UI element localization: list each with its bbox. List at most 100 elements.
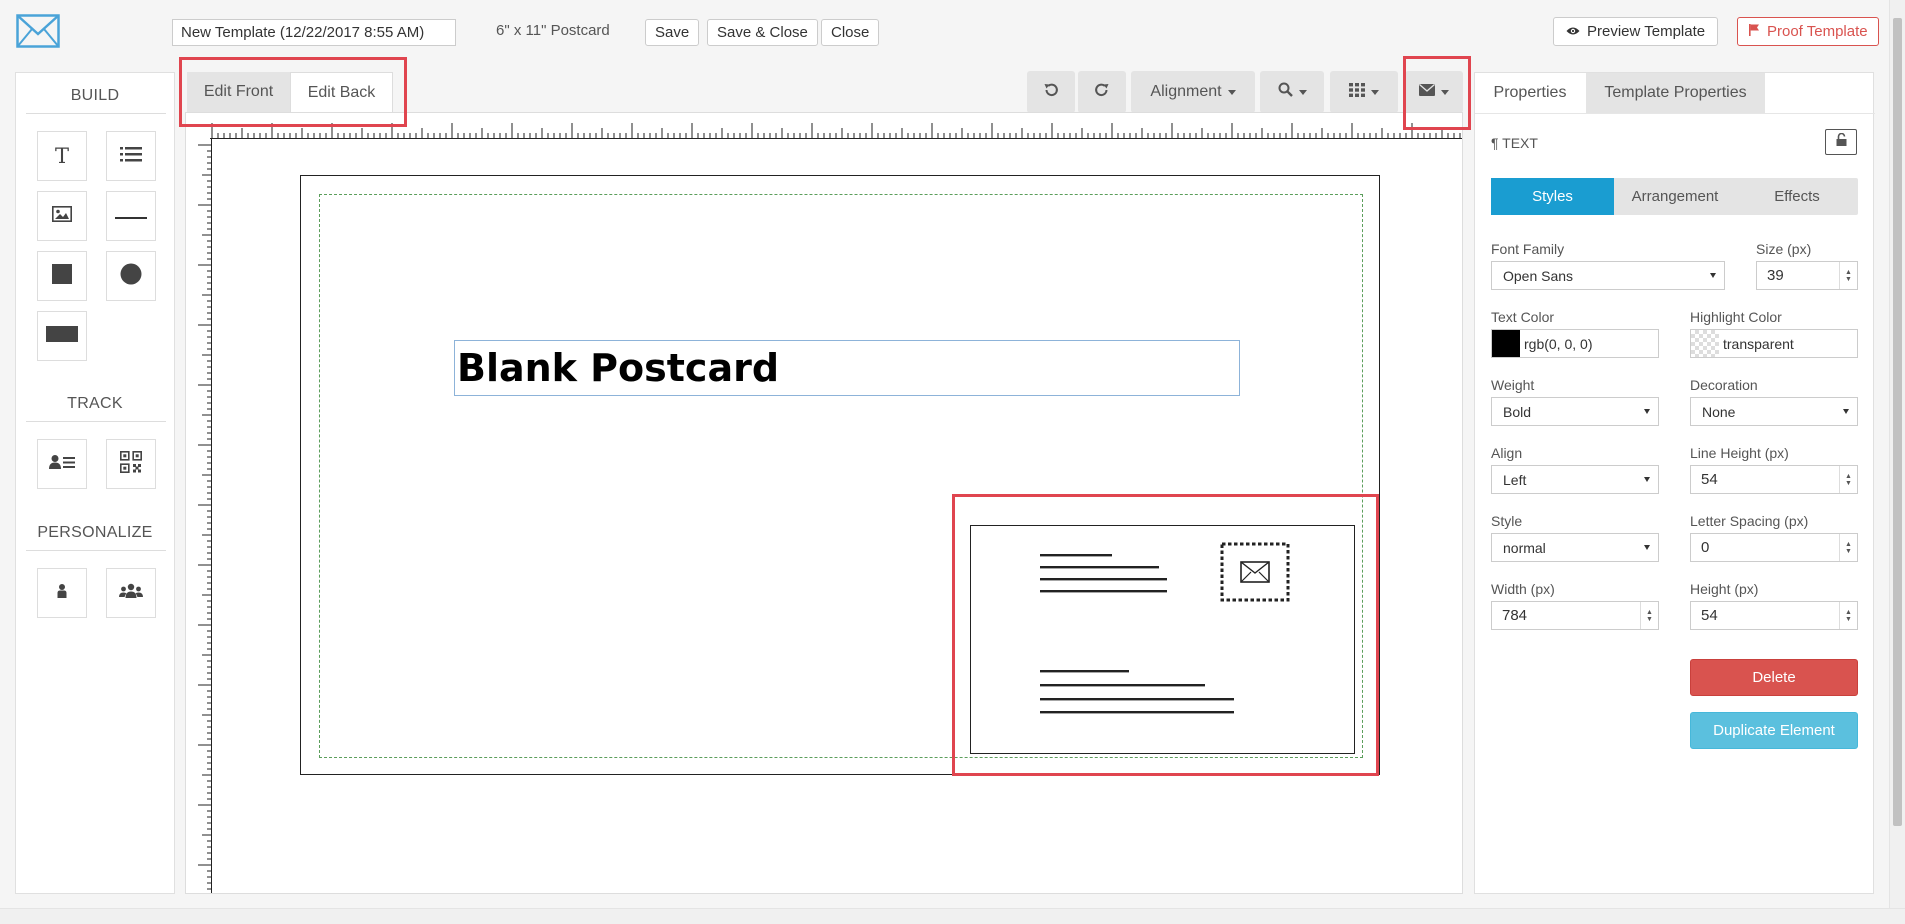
highlight-color-picker[interactable]: transparent <box>1690 329 1858 358</box>
weight-label: Weight <box>1491 377 1535 393</box>
style-value: normal <box>1503 539 1546 556</box>
align-value: Left <box>1503 471 1527 488</box>
preview-template-button[interactable]: Preview Template <box>1553 17 1719 46</box>
template-name-input[interactable] <box>172 19 456 46</box>
weight-value: Bold <box>1503 403 1532 420</box>
divider <box>26 550 166 551</box>
duplicate-element-button[interactable]: Duplicate Element <box>1690 712 1858 749</box>
save-and-close-button[interactable]: Save & Close <box>707 19 818 46</box>
image-icon <box>52 205 72 227</box>
alignment-label: Alignment <box>1150 83 1222 100</box>
add-line-tool[interactable] <box>106 191 156 241</box>
divider <box>26 113 166 114</box>
scrollbar-thumb[interactable] <box>1893 18 1902 826</box>
text-color-picker[interactable]: rgb(0, 0, 0) <box>1491 329 1659 358</box>
text-color-swatch[interactable] <box>1492 330 1520 357</box>
letter-spacing-value: 0 <box>1701 539 1710 556</box>
weight-select[interactable]: Bold <box>1491 397 1659 426</box>
zoom-dropdown[interactable] <box>1260 71 1324 113</box>
style-select[interactable]: normal <box>1491 533 1659 562</box>
square-icon <box>52 263 72 289</box>
tab-edit-back[interactable]: Edit Back <box>290 72 393 112</box>
subtab-arrangement[interactable]: Arrangement <box>1614 178 1736 215</box>
spinner-arrows-icon[interactable]: ▲ ▼ <box>1839 534 1857 561</box>
alignment-dropdown[interactable]: Alignment <box>1131 71 1255 113</box>
decoration-label: Decoration <box>1690 377 1758 393</box>
unlock-icon <box>1836 132 1847 151</box>
flag-icon <box>1748 23 1760 40</box>
line-height-value: 54 <box>1701 471 1718 488</box>
font-size-value: 39 <box>1767 267 1784 284</box>
font-size-input[interactable]: 39 ▲ ▼ <box>1756 261 1858 290</box>
subtab-effects[interactable]: Effects <box>1736 178 1858 215</box>
close-button[interactable]: Close <box>821 19 880 46</box>
proof-template-button[interactable]: Proof Template <box>1737 17 1879 46</box>
eye-icon <box>1566 23 1580 40</box>
highlight-color-label: Highlight Color <box>1690 309 1782 325</box>
element-type-label: ¶ TEXT <box>1491 135 1538 151</box>
tab-template-properties[interactable]: Template Properties <box>1586 73 1765 113</box>
chevron-down-icon <box>1298 89 1307 95</box>
spinner-arrows-icon[interactable]: ▲ ▼ <box>1839 262 1857 289</box>
contact-card-icon <box>49 454 75 475</box>
text-tool-icon: T <box>54 144 69 168</box>
postcard-canvas[interactable]: Blank Postcard <box>300 175 1380 775</box>
highlight-color-swatch[interactable] <box>1691 330 1719 357</box>
tab-properties[interactable]: Properties <box>1475 73 1585 113</box>
add-text-tool[interactable]: T <box>37 131 87 181</box>
rectangle-icon <box>46 325 78 347</box>
font-family-select[interactable]: Open Sans <box>1491 261 1725 290</box>
build-heading: BUILD <box>70 87 120 104</box>
list-icon <box>120 146 142 167</box>
add-square-tool[interactable] <box>37 251 87 301</box>
preview-template-label: Preview Template <box>1587 23 1706 40</box>
add-rectangle-tool[interactable] <box>37 311 87 361</box>
chevron-down-icon <box>1644 477 1650 482</box>
undo-button[interactable] <box>1027 71 1075 113</box>
track-heading: TRACK <box>67 395 123 412</box>
redo-button[interactable] <box>1078 71 1126 113</box>
add-group-personalization-tool[interactable] <box>106 568 156 618</box>
address-block-element[interactable] <box>970 525 1355 754</box>
line-icon <box>115 207 147 225</box>
chevron-down-icon <box>1441 89 1449 95</box>
circle-icon <box>120 263 142 290</box>
save-button[interactable]: Save <box>645 19 700 46</box>
width-input[interactable]: 784 ▲ ▼ <box>1491 601 1659 630</box>
add-qr-code-tool[interactable] <box>106 439 156 489</box>
users-group-icon <box>119 583 143 604</box>
tab-edit-front[interactable]: Edit Front <box>187 72 290 112</box>
lock-toggle-button[interactable] <box>1825 129 1857 155</box>
add-tracking-contact-tool[interactable] <box>37 439 87 489</box>
canvas-text-element[interactable]: Blank Postcard <box>454 340 1240 396</box>
decoration-select[interactable]: None <box>1690 397 1858 426</box>
letter-spacing-input[interactable]: 0 ▲ ▼ <box>1690 533 1858 562</box>
postcard-size-label: 6" x 11" Postcard <box>496 22 610 39</box>
add-image-tool[interactable] <box>37 191 87 241</box>
add-single-personalization-tool[interactable] <box>37 568 87 618</box>
horizontal-scrollbar[interactable] <box>0 908 1905 924</box>
subtab-styles[interactable]: Styles <box>1491 178 1614 215</box>
height-input[interactable]: 54 ▲ ▼ <box>1690 601 1858 630</box>
address-placeholder-graphic <box>1040 542 1290 714</box>
chevron-down-icon <box>1644 409 1650 414</box>
font-family-value: Open Sans <box>1503 267 1574 284</box>
align-label: Align <box>1491 445 1523 461</box>
spinner-arrows-icon[interactable]: ▲ ▼ <box>1839 602 1857 629</box>
spinner-arrows-icon[interactable]: ▲ ▼ <box>1839 466 1857 493</box>
vertical-ruler <box>198 139 212 893</box>
delete-element-button[interactable]: Delete <box>1690 659 1858 696</box>
add-list-tool[interactable] <box>106 131 156 181</box>
user-icon <box>56 583 68 604</box>
spinner-arrows-icon[interactable]: ▲ ▼ <box>1640 602 1658 629</box>
mail-options-dropdown[interactable] <box>1405 71 1463 113</box>
line-height-input[interactable]: 54 ▲ ▼ <box>1690 465 1858 494</box>
envelope-icon <box>1419 83 1435 101</box>
add-circle-tool[interactable] <box>106 251 156 301</box>
design-workspace[interactable]: Blank Postcard <box>185 112 1463 894</box>
vertical-scrollbar[interactable] <box>1889 0 1905 908</box>
grid-dropdown[interactable] <box>1330 71 1398 113</box>
style-label: Style <box>1491 513 1523 529</box>
letter-spacing-label: Letter Spacing (px) <box>1690 513 1809 529</box>
align-select[interactable]: Left <box>1491 465 1659 494</box>
